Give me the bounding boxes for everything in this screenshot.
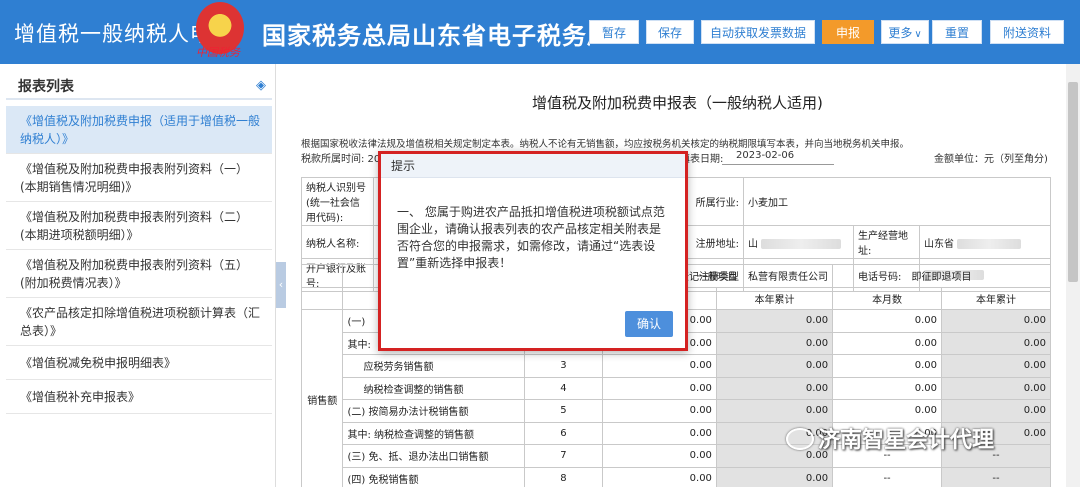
- cell-value[interactable]: 0.00: [601, 466, 717, 487]
- table-row: 纳税检查调整的销售额 4 0.00 0.00 0.00 0.00: [302, 376, 1051, 400]
- cell-value: 0.00: [941, 354, 1051, 378]
- col-general-ytd: 本年累计: [715, 286, 834, 310]
- submit-button[interactable]: 申报: [822, 20, 874, 44]
- row-label: (四) 免税销售额: [342, 466, 526, 487]
- fill-date-underline: [722, 164, 834, 165]
- chevron-down-icon: ∨: [914, 29, 922, 40]
- reset-button[interactable]: 重置: [932, 20, 982, 44]
- dialog-message: 一、 您属于购进农产品抵扣增值税进项税额试点范围企业，请确认报表列表的农产品核定…: [397, 205, 665, 270]
- row-label: (二) 按简易办法计税销售额: [342, 399, 526, 423]
- redacted-text: [761, 238, 842, 249]
- cell-value: 0.00: [941, 331, 1051, 355]
- layers-icon[interactable]: ◈: [256, 78, 266, 93]
- prompt-dialog: 提示 一、 您属于购进农产品抵扣增值税进项税额试点范围企业，请确认报表列表的农产…: [378, 151, 688, 351]
- watermark: 济南智星会计代理: [786, 422, 994, 454]
- row-no: 5: [524, 399, 603, 423]
- cell-value: 0.00: [715, 376, 834, 400]
- wechat-icon: [786, 428, 814, 450]
- sidebar-item-agri-deduction[interactable]: 《农产品核定扣除增值税进项税额计算表（汇总表）》: [6, 298, 272, 346]
- reg-address-value: 山: [743, 225, 854, 259]
- cell-value: 0.00: [941, 399, 1051, 423]
- attach-materials-button[interactable]: 附送资料: [990, 20, 1064, 44]
- report-list-sidebar: 报表列表 ◈ 《增值税及附加税费申报（适用于增值税一般纳税人）》 《增值税及附加…: [0, 64, 276, 487]
- row-no: 4: [524, 376, 603, 400]
- table-row: (二) 按简易办法计税销售额 5 0.00 0.00 0.00 0.00: [302, 399, 1051, 423]
- tax-period-label: 税款所属时间: 20: [301, 154, 381, 165]
- biz-address-label: 生产经营地址:: [853, 225, 920, 259]
- scrollbar-thumb[interactable]: [1068, 82, 1078, 282]
- collapse-sidebar-handle[interactable]: ‹: [276, 262, 286, 308]
- cell-value: --: [941, 466, 1051, 487]
- row-label: 其中: 纳税检查调整的销售额: [342, 421, 526, 445]
- cell-value[interactable]: 0.00: [832, 309, 943, 333]
- cell-value[interactable]: 0.00: [832, 399, 943, 423]
- col-immediate: 即征即退项目: [832, 264, 1051, 288]
- amount-unit: 金额单位：元（列至角分): [934, 154, 1048, 165]
- cell-value[interactable]: 0.00: [832, 354, 943, 378]
- dialog-title: 提示: [381, 154, 685, 178]
- cell-value[interactable]: 0.00: [601, 354, 717, 378]
- auto-fetch-invoice-button[interactable]: 自动获取发票数据: [701, 20, 815, 44]
- row-label: 纳税检查调整的销售额: [342, 376, 526, 400]
- save-button[interactable]: 保存: [646, 20, 694, 44]
- row-no: 6: [524, 421, 603, 445]
- sidebar-item-schedule-2[interactable]: 《增值税及附加税费申报表附列资料（二）(本期进项税额明细）》: [6, 202, 272, 250]
- cell-value: 0.00: [941, 309, 1051, 333]
- cell-value: --: [832, 466, 943, 487]
- cell-value: 0.00: [715, 331, 834, 355]
- col-immediate-ytd: 本年累计: [941, 286, 1051, 310]
- more-label: 更多: [888, 26, 913, 40]
- site-title: 国家税务总局山东省电子税务局: [262, 22, 590, 50]
- sidebar-item-exemption[interactable]: 《增值税减免税申报明细表》: [6, 346, 272, 380]
- biz-address-prefix: 山东省: [924, 238, 954, 250]
- sidebar-item-schedule-1[interactable]: 《增值税及附加税费申报表附列资料（一）(本期销售情况明细)》: [6, 154, 272, 202]
- sidebar-header: 报表列表 ◈: [6, 68, 272, 100]
- sidebar-title: 报表列表: [18, 79, 74, 95]
- temp-save-button[interactable]: 暂存: [589, 20, 639, 44]
- cell-value[interactable]: 0.00: [601, 399, 717, 423]
- fill-date-value: 2023-02-06: [736, 150, 795, 161]
- biz-address-value: 山东省: [919, 225, 1051, 259]
- table-row: (四) 免税销售额 8 0.00 0.00 -- --: [302, 466, 1051, 487]
- cell-value[interactable]: 0.00: [601, 376, 717, 400]
- row-no: 7: [524, 444, 603, 468]
- col-immediate-month: 本月数: [832, 286, 943, 310]
- cell-value: 0.00: [715, 309, 834, 333]
- row-no: 3: [524, 354, 603, 378]
- sales-group-label: 销售额: [300, 309, 344, 487]
- cell-value: 0.00: [715, 466, 834, 487]
- confirm-button[interactable]: 确认: [625, 311, 673, 337]
- row-label: 应税劳务销售额: [342, 354, 526, 378]
- cell-value[interactable]: 0.00: [601, 444, 717, 468]
- cell-value[interactable]: 0.00: [832, 331, 943, 355]
- redacted-text: [957, 238, 1022, 249]
- emblem-signature: 中国税务: [196, 46, 240, 59]
- form-title: 增值税及附加税费申报表（一般纳税人适用): [532, 94, 823, 112]
- watermark-text: 济南智星会计代理: [818, 428, 995, 453]
- vertical-scrollbar[interactable]: [1066, 64, 1080, 487]
- taxpayer-name-label: 纳税人名称:: [301, 225, 374, 259]
- sidebar-item-schedule-5[interactable]: 《增值税及附加税费申报表附列资料（五）(附加税费情况表）》: [6, 250, 272, 298]
- top-header: 增值税一般纳税人申报 中国税务 国家税务总局山东省电子税务局 暂存 保存 自动获…: [0, 0, 1080, 64]
- taxpayer-id-label: 纳税人识别号(统一社会信用代码):: [301, 177, 374, 226]
- form-note: 根据国家税收法律法规及增值税相关规定制定本表。纳税人不论有无销售额，均应按税务机…: [301, 139, 910, 150]
- cell-value[interactable]: 0.00: [601, 421, 717, 445]
- cell-value: 0.00: [941, 376, 1051, 400]
- table-row: 应税劳务销售额 3 0.00 0.00 0.00 0.00: [302, 354, 1051, 378]
- more-dropdown[interactable]: 更多 ∨: [881, 20, 929, 44]
- cell-value: 0.00: [715, 399, 834, 423]
- row-label: (三) 免、抵、退办法出口销售额: [342, 444, 526, 468]
- industry-value: 小麦加工: [743, 177, 1051, 226]
- sidebar-item-supplement[interactable]: 《增值税补充申报表》: [6, 380, 272, 414]
- cell-value[interactable]: 0.00: [832, 376, 943, 400]
- sidebar-item-main-return[interactable]: 《增值税及附加税费申报（适用于增值税一般纳税人）》: [6, 106, 272, 154]
- cell-value: 0.00: [715, 354, 834, 378]
- reg-address-prefix: 山: [748, 238, 758, 250]
- row-no: 8: [524, 466, 603, 487]
